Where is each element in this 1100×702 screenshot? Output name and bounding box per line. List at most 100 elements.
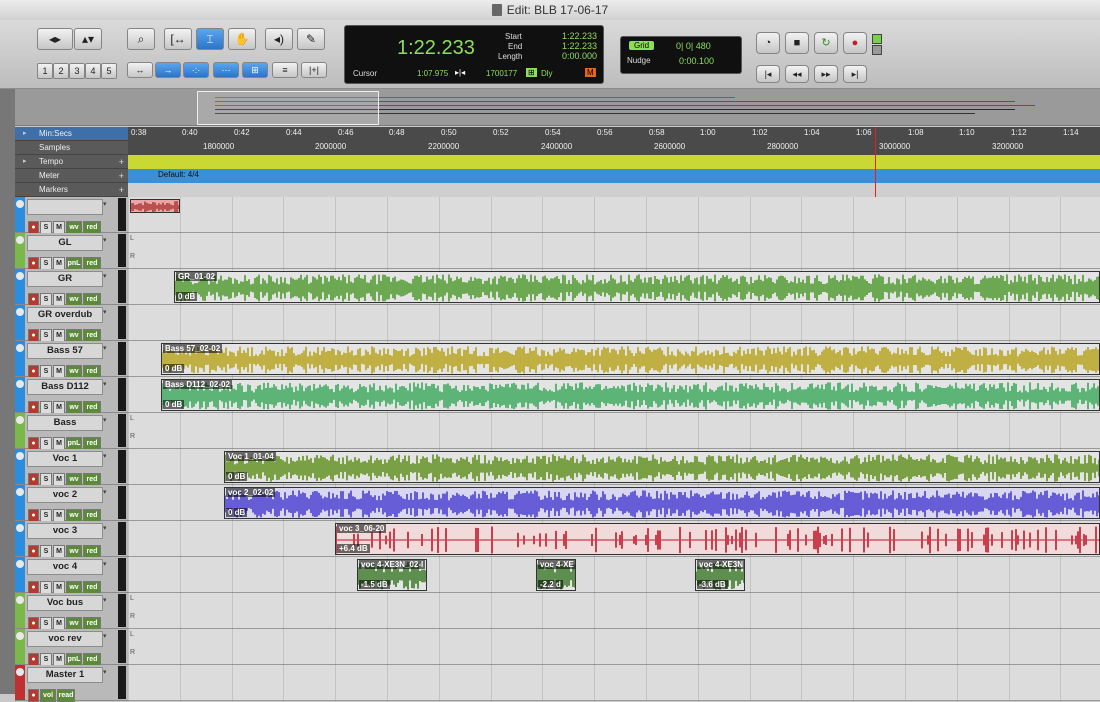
track-active-icon[interactable] [16,524,24,532]
chevron-down-icon[interactable]: ▾ [103,272,107,280]
clip-gain[interactable]: +6.4 dB [337,544,370,553]
play-button[interactable]: ↻ [814,32,838,54]
record-button[interactable]: ● [843,32,867,54]
overview-selection-box[interactable] [197,91,379,125]
track-active-icon[interactable] [16,560,24,568]
trim-tool[interactable]: [↔ [164,28,192,50]
audio-clip[interactable]: voc 4-XE -2.2 d [536,559,576,591]
track-lane[interactable] [128,197,1100,233]
track-name[interactable]: voc rev [27,631,103,647]
grid-mode[interactable]: ⋯ [213,62,239,78]
chevron-down-icon[interactable]: ▾ [103,488,107,496]
chevron-down-icon[interactable]: ▾ [103,416,107,424]
track-active-icon[interactable] [16,272,24,280]
delay-label[interactable]: Dly [541,69,553,78]
track-lane[interactable]: Voc 1_01-04 0 dB [128,449,1100,485]
track-active-icon[interactable] [16,596,24,604]
fast-forward-button[interactable]: ▸▸ [814,65,838,83]
add-tempo-icon[interactable]: + [119,155,124,169]
edit-lock-mode[interactable]: ≡ [272,62,298,78]
link-icon[interactable]: ⊞ [526,68,537,77]
online-button[interactable]: ◔ [756,32,780,54]
insert-mode[interactable]: ⊞ [242,62,268,78]
chevron-down-icon[interactable]: ▾ [103,308,107,316]
audio-clip[interactable]: Voc 1_01-04 0 dB [224,451,1100,483]
track-name[interactable]: Bass 57 [27,343,103,359]
zoom-tool[interactable]: ⌕ [127,28,155,50]
track-name[interactable]: voc 4 [27,559,103,575]
track-active-icon[interactable] [16,200,24,208]
chevron-down-icon[interactable]: ▾ [103,560,107,568]
length-value[interactable]: 0:00.000 [545,51,597,61]
expand-icon[interactable]: ▸ [23,155,27,169]
markers-ruler[interactable]: Markers + [15,183,1100,197]
zoom-out-button[interactable]: ◂▸ [37,28,73,50]
track-lane[interactable]: LR [128,629,1100,665]
audio-clip[interactable] [130,199,180,213]
minsecs-ruler[interactable]: ▸ Min:Secs 0:38 0:40 0:42 0:44 0:46 0:48 0:50 0:… [15,127,1100,141]
samples-ruler[interactable]: Samples 1800000 2000000 2200000 2400000 2600… [15,141,1100,155]
chevron-down-icon[interactable]: ▾ [103,452,107,460]
return-to-zero-button[interactable]: |◂ [756,65,780,83]
record-arm-button[interactable]: ● [28,689,39,702]
clip-gain[interactable]: -3.6 dB [697,580,728,589]
stop-button[interactable]: ■ [785,32,809,54]
chevron-down-icon[interactable]: ▾ [103,380,107,388]
chevron-down-icon[interactable]: ▾ [103,596,107,604]
track-lane[interactable]: LR [128,413,1100,449]
nudge-value[interactable]: 0:00.100 [679,56,714,66]
track-active-icon[interactable] [16,452,24,460]
slip-mode[interactable]: → [155,62,181,78]
track-name[interactable]: Voc bus [27,595,103,611]
track-active-icon[interactable] [16,668,24,676]
clip-gain[interactable]: 0 dB [226,508,248,517]
tab-to-transient[interactable]: |+| [301,62,327,78]
meter-ruler[interactable]: Meter + Default: 4/4 [15,169,1100,183]
track-name[interactable]: Bass D112 [27,379,103,395]
zoom-in-button[interactable]: ▴▾ [74,28,102,50]
pencil-tool[interactable]: ✎ [297,28,325,50]
track-active-icon[interactable] [16,488,24,496]
track-active-icon[interactable] [16,308,24,316]
clip-gain[interactable]: -1.5 dB [359,580,390,589]
track-name[interactable]: Bass [27,415,103,431]
track-lane[interactable]: voc 2_02-02 0 dB [128,485,1100,521]
track-lane[interactable] [128,665,1100,701]
track-lane[interactable]: Bass D112_02-02 0 dB [128,377,1100,413]
add-meter-icon[interactable]: + [119,169,124,183]
grid-label[interactable]: Grid [629,41,655,50]
track-lane[interactable] [128,305,1100,341]
meter-value[interactable]: Default: 4/4 [158,170,199,179]
track-name[interactable]: GR overdub [27,307,103,323]
track-name[interactable]: Master 1 [27,667,103,683]
nudge-label[interactable]: Nudge [627,56,651,65]
tempo-ruler[interactable]: ▸ Tempo + [15,155,1100,169]
zoom-preset-3[interactable]: 3 [69,63,85,79]
chevron-down-icon[interactable]: ▾ [103,632,107,640]
track-lane[interactable]: LR [128,233,1100,269]
track-name[interactable]: Voc 1 [27,451,103,467]
midi-merge-icon[interactable]: M [585,68,596,77]
track-active-icon[interactable] [16,632,24,640]
track-name[interactable] [27,199,103,215]
track-lane[interactable]: GR_01-02 0 dB [128,269,1100,305]
audio-clip[interactable]: GR_01-02 0 dB [174,271,1100,303]
go-to-end-button[interactable]: ▸| [843,65,867,83]
track-active-icon[interactable] [16,380,24,388]
scrub-tool[interactable]: ◂) [265,28,293,50]
selector-tool[interactable]: ⌶ [196,28,224,50]
zoom-preset-5[interactable]: 5 [101,63,117,79]
clip-gain[interactable]: -2.2 d [538,580,563,589]
start-value[interactable]: 1:22.233 [545,31,597,41]
track-read-button[interactable]: read [57,689,75,702]
grid-value[interactable]: 0| 0| 480 [676,41,711,51]
zoom-preset-2[interactable]: 2 [53,63,69,79]
rewind-button[interactable]: ◂◂ [785,65,809,83]
audio-clip[interactable]: voc 4-XE3N_02-I -1.5 dB [357,559,427,591]
clip-gain[interactable]: 0 dB [163,364,185,373]
zoom-preset-1[interactable]: 1 [37,63,53,79]
add-marker-icon[interactable]: + [119,183,124,197]
track-name[interactable]: GR [27,271,103,287]
audio-clip[interactable]: voc 3_06-20 +6.4 dB [335,523,1100,555]
track-active-icon[interactable] [16,236,24,244]
